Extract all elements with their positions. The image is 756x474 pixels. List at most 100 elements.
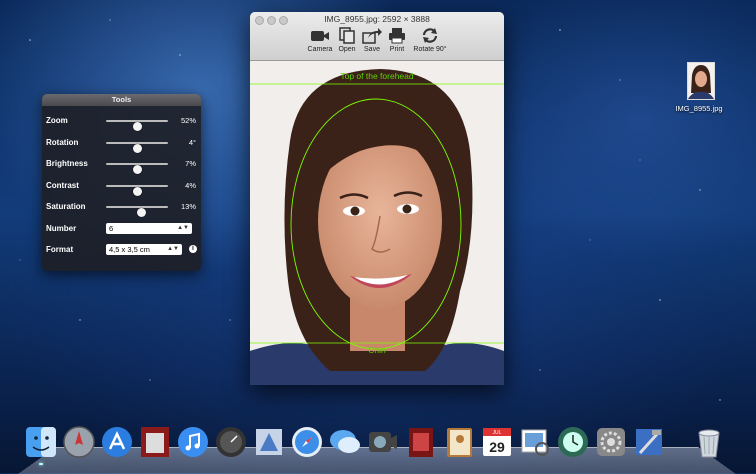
brightness-slider[interactable] <box>106 163 168 174</box>
chin-guide-label: Chin <box>368 345 386 355</box>
rotation-row: Rotation 4° <box>46 136 196 153</box>
format-value: 4,5 x 3,5 cm <box>109 245 150 254</box>
zoom-row: Zoom 52% <box>46 114 196 131</box>
print-icon <box>389 28 405 44</box>
camera-button[interactable]: Camera <box>305 27 335 53</box>
image-window: IMG_8955.jpg: 2592 × 3888 Camera Open Sa… <box>250 12 504 385</box>
system-preferences-icon <box>597 428 625 456</box>
number-row: Number 6 ▲▼ <box>46 223 196 237</box>
dock-time-machine[interactable] <box>556 425 590 459</box>
dock-safari[interactable] <box>290 425 324 459</box>
number-value: 6 <box>109 224 114 233</box>
dock-finder[interactable] <box>24 425 58 465</box>
dock-facetime[interactable] <box>366 425 400 459</box>
print-label: Print <box>389 46 405 53</box>
dock-contacts[interactable] <box>442 425 476 459</box>
window-title: IMG_8955.jpg: 2592 × 3888 <box>324 14 430 24</box>
dock-system-preferences[interactable] <box>594 425 628 459</box>
camera-label: Camera <box>307 46 333 53</box>
calendar-day: 29 <box>489 439 505 455</box>
preview-icon <box>521 429 549 456</box>
brightness-label: Brightness <box>46 159 88 168</box>
facetime-icon <box>369 432 397 452</box>
brightness-slider-knob[interactable] <box>133 165 142 174</box>
rotation-label: Rotation <box>46 138 79 147</box>
contrast-slider[interactable] <box>106 185 168 196</box>
dock-dashboard[interactable] <box>214 425 248 459</box>
contacts-icon <box>447 428 472 457</box>
dock-mail[interactable] <box>252 425 286 459</box>
save-icon <box>362 28 382 44</box>
dock-itunes[interactable] <box>176 425 210 459</box>
dock-messages[interactable] <box>328 425 362 459</box>
save-label: Save <box>364 46 380 53</box>
brightness-value: 7% <box>185 159 196 168</box>
dock-photo-booth[interactable] <box>138 425 172 459</box>
number-label: Number <box>46 224 77 233</box>
zoom-slider-knob[interactable] <box>133 122 142 131</box>
stepper-arrows-icon[interactable]: ▲▼ <box>177 223 189 234</box>
dock-photo-booth-2[interactable] <box>404 425 438 459</box>
dock-app-store[interactable] <box>100 425 134 459</box>
forehead-guide-label: Top of the forehead <box>340 71 414 81</box>
saturation-slider-knob[interactable] <box>137 208 146 217</box>
rotate-button[interactable]: Rotate 90° <box>409 27 451 53</box>
file-thumbnail[interactable] <box>687 62 715 100</box>
saturation-slider[interactable] <box>106 206 168 217</box>
portrait-photo: Top of the forehead Chin <box>250 61 504 385</box>
window-titlebar: IMG_8955.jpg: 2592 × 3888 Camera Open Sa… <box>250 12 504 61</box>
rotate-icon <box>422 28 438 43</box>
saturation-label: Saturation <box>46 202 86 211</box>
rotate-label: Rotate 90° <box>413 46 447 53</box>
dock-xcode[interactable] <box>632 425 666 459</box>
contrast-label: Contrast <box>46 181 79 190</box>
itunes-icon <box>178 427 208 457</box>
zoom-slider[interactable] <box>106 120 168 131</box>
dock-preview[interactable] <box>518 425 552 459</box>
portrait-image: Top of the forehead Chin <box>250 61 504 385</box>
trash-icon <box>698 429 720 458</box>
safari-icon <box>292 427 322 457</box>
finder-icon <box>26 427 56 457</box>
app-store-icon <box>102 427 132 457</box>
dock-calendar[interactable]: JUL 29 <box>480 425 514 459</box>
rotation-slider[interactable] <box>106 142 168 153</box>
messages-icon <box>330 430 360 453</box>
time-machine-icon <box>558 427 588 457</box>
brightness-row: Brightness 7% <box>46 157 196 174</box>
running-indicator <box>39 463 43 465</box>
dock-trash[interactable] <box>692 425 726 459</box>
launchpad-icon <box>63 426 95 458</box>
format-select[interactable]: 4,5 x 3,5 cm ▲▼ <box>106 244 182 255</box>
zoom-value: 52% <box>180 116 196 125</box>
camera-icon <box>311 31 329 41</box>
open-label: Open <box>338 46 356 53</box>
dock: JUL 29 <box>24 425 740 465</box>
calendar-month: JUL <box>493 430 502 436</box>
rotation-slider-knob[interactable] <box>133 144 142 153</box>
format-row: Format 4,5 x 3,5 cm ▲▼ i <box>46 244 197 258</box>
photo-booth-icon <box>141 427 169 457</box>
contrast-slider-knob[interactable] <box>133 187 142 196</box>
saturation-row: Saturation 13% <box>46 200 196 217</box>
info-icon[interactable]: i <box>189 245 197 253</box>
save-button[interactable]: Save <box>360 27 384 53</box>
tools-panel: Tools Zoom 52% Rotation 4° Brightness 7%… <box>42 94 201 271</box>
contrast-value: 4% <box>185 181 196 190</box>
select-arrows-icon: ▲▼ <box>167 246 179 252</box>
print-button[interactable]: Print <box>386 27 408 53</box>
number-stepper[interactable]: 6 ▲▼ <box>106 223 192 234</box>
dock-launchpad[interactable] <box>62 425 96 459</box>
open-button[interactable]: Open <box>335 27 359 53</box>
zoom-label: Zoom <box>46 116 68 125</box>
format-label: Format <box>46 245 74 254</box>
file-name: IMG_8955.jpg <box>675 104 723 113</box>
tools-title: Tools <box>42 94 201 106</box>
xcode-icon <box>636 429 662 455</box>
photo-booth-2-icon <box>409 428 433 457</box>
saturation-value: 13% <box>180 202 196 211</box>
contrast-row: Contrast 4% <box>46 179 196 196</box>
desktop-file[interactable]: IMG_8955.jpg <box>675 62 726 113</box>
calendar-icon: JUL 29 <box>483 428 511 456</box>
open-icon <box>339 27 355 44</box>
